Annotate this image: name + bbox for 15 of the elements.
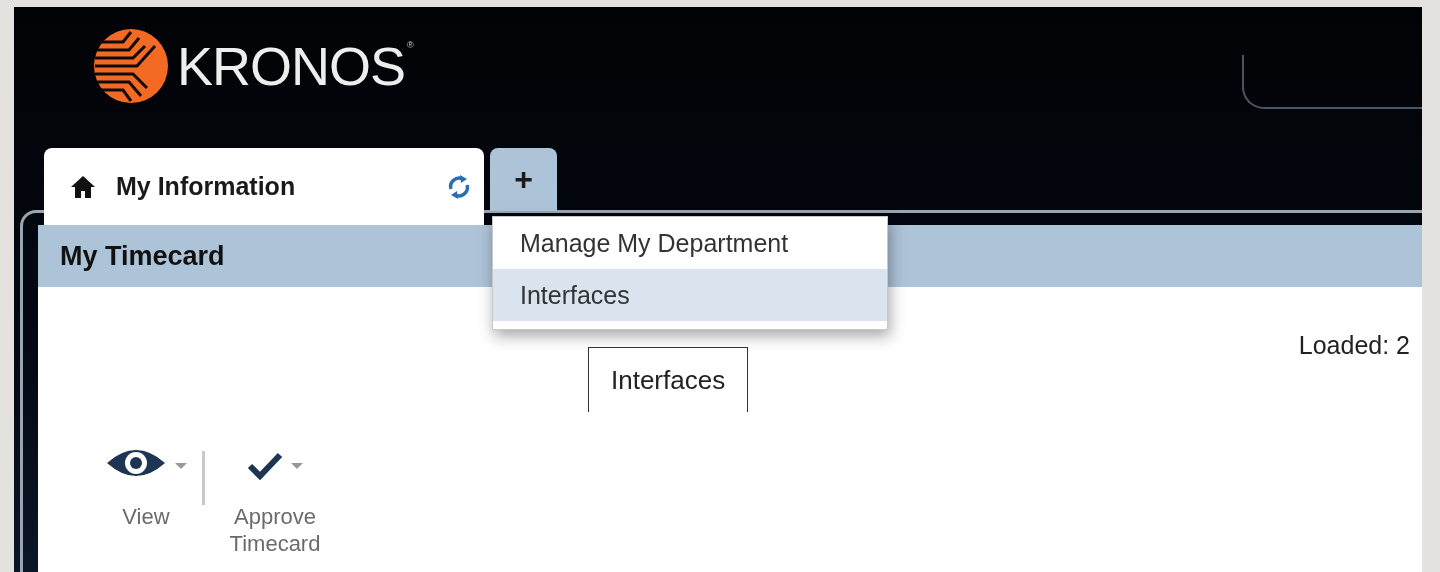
logo-wordmark: KRONOS: [177, 36, 406, 96]
add-tab[interactable]: +: [490, 148, 557, 211]
home-icon: [70, 174, 96, 199]
caret-icon: [291, 463, 303, 469]
registered-mark: ®: [407, 40, 414, 50]
caret-icon: [175, 463, 187, 469]
header-field[interactable]: [1242, 55, 1422, 109]
interfaces-tab[interactable]: Interfaces: [588, 347, 749, 412]
menu-item[interactable]: Interfaces: [493, 269, 887, 321]
workspace-tab[interactable]: My Information: [44, 148, 484, 225]
refresh-icon[interactable]: [446, 173, 472, 200]
loaded-text: Loaded: 2: [1298, 331, 1410, 360]
approve-button[interactable]: Approve Timecard: [215, 437, 335, 557]
logo-icon: [93, 28, 169, 104]
checkmark-icon: [247, 451, 283, 481]
